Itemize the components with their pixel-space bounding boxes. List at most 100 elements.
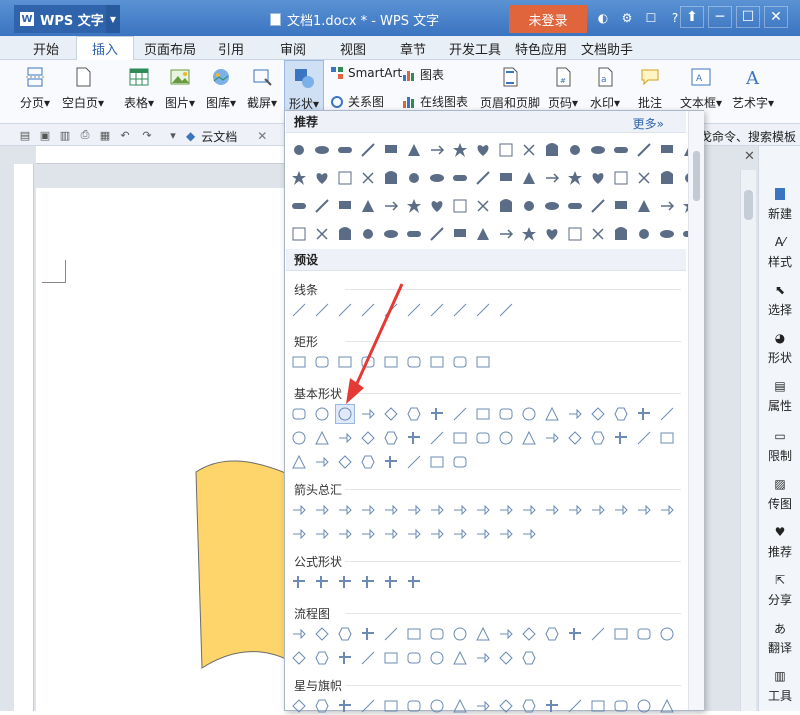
shape-option-icon[interactable] — [428, 225, 446, 243]
shape-option-icon[interactable] — [520, 697, 538, 715]
shape-option-icon[interactable] — [520, 169, 538, 187]
shape-option-icon[interactable] — [382, 197, 400, 215]
shape-option-icon[interactable] — [497, 429, 515, 447]
shape-option-icon[interactable] — [313, 501, 331, 519]
shape-option-icon[interactable] — [497, 501, 515, 519]
shape-option-icon[interactable] — [290, 197, 308, 215]
shape-option-icon[interactable] — [520, 649, 538, 667]
close-tab-icon[interactable]: ✕ — [257, 129, 267, 143]
print-icon[interactable]: ⎙ — [78, 128, 92, 142]
shape-option-icon[interactable] — [589, 625, 607, 643]
shape-option-icon[interactable] — [313, 301, 331, 319]
shape-option-icon[interactable] — [451, 225, 469, 243]
shape-option-icon[interactable] — [658, 405, 676, 423]
shape-option-icon[interactable] — [336, 525, 354, 543]
panel-select[interactable]: ⬉ 选择 — [759, 282, 800, 318]
shape-option-icon[interactable] — [336, 453, 354, 471]
shape-option-icon[interactable] — [451, 501, 469, 519]
shape-option-icon[interactable] — [520, 197, 538, 215]
shape-option-icon[interactable] — [589, 141, 607, 159]
login-button[interactable]: 未登录 — [509, 5, 587, 33]
shape-option-icon[interactable] — [313, 353, 331, 371]
shape-option-icon[interactable] — [336, 169, 354, 187]
shape-option-icon[interactable] — [612, 169, 630, 187]
shape-option-icon[interactable] — [405, 573, 423, 591]
shape-option-icon[interactable] — [543, 429, 561, 447]
shape-option-icon[interactable] — [474, 697, 492, 715]
shape-option-icon[interactable] — [290, 453, 308, 471]
shape-option-icon[interactable] — [520, 525, 538, 543]
shape-option-icon[interactable] — [612, 429, 630, 447]
shape-option-icon[interactable] — [474, 225, 492, 243]
tab-view[interactable]: 视图 — [330, 36, 376, 60]
shape-option-icon[interactable] — [428, 649, 446, 667]
menu-scroll-thumb[interactable] — [693, 151, 700, 201]
feedback-icon[interactable]: ☐ — [643, 10, 659, 26]
shape-option-icon[interactable] — [359, 573, 377, 591]
menu-scrollbar[interactable] — [688, 111, 704, 710]
shape-option-icon[interactable] — [635, 405, 653, 423]
tab-page-layout[interactable]: 页面布局 — [140, 36, 200, 60]
shape-option-icon[interactable] — [658, 429, 676, 447]
restore-icon[interactable]: ⬆ — [680, 6, 704, 28]
shape-option-icon[interactable] — [589, 197, 607, 215]
shape-option-icon[interactable] — [566, 197, 584, 215]
shape-option-icon[interactable] — [497, 141, 515, 159]
shape-option-icon[interactable] — [566, 501, 584, 519]
shape-option-icon[interactable] — [290, 225, 308, 243]
vertical-ruler[interactable] — [14, 164, 34, 711]
shape-option-icon[interactable] — [313, 697, 331, 715]
shape-option-icon[interactable] — [566, 225, 584, 243]
shape-option-icon[interactable] — [290, 525, 308, 543]
shape-option-icon[interactable] — [566, 697, 584, 715]
shape-option-icon[interactable] — [336, 573, 354, 591]
shape-option-icon[interactable] — [290, 501, 308, 519]
shape-option-icon[interactable] — [451, 429, 469, 447]
shape-option-icon[interactable] — [589, 501, 607, 519]
shape-option-icon[interactable] — [359, 501, 377, 519]
shape-option-icon[interactable] — [313, 429, 331, 447]
shape-option-icon[interactable] — [520, 429, 538, 447]
shape-option-icon[interactable] — [405, 429, 423, 447]
shape-option-icon[interactable] — [405, 525, 423, 543]
shape-option-icon[interactable] — [635, 225, 653, 243]
shape-option-icon[interactable] — [382, 525, 400, 543]
shape-option-icon[interactable] — [474, 501, 492, 519]
shape-option-icon[interactable] — [451, 353, 469, 371]
wordart-button[interactable]: A 艺术字▾ — [732, 60, 774, 111]
shape-option-icon[interactable] — [474, 525, 492, 543]
header-footer-button[interactable]: 页眉和页脚 — [480, 60, 540, 111]
export-pdf-icon[interactable]: ▥ — [58, 128, 72, 142]
shape-option-icon[interactable] — [474, 353, 492, 371]
shape-option-icon[interactable] — [336, 697, 354, 715]
shape-option-icon[interactable] — [336, 141, 354, 159]
shape-option-icon[interactable] — [290, 429, 308, 447]
shape-option-icon[interactable] — [405, 625, 423, 643]
chart-button[interactable]: 图表 — [402, 66, 444, 83]
shape-option-icon[interactable] — [382, 573, 400, 591]
shape-option-icon[interactable] — [428, 169, 446, 187]
panel-upload-image[interactable]: ▨ 传图 — [759, 476, 800, 512]
shape-option-icon[interactable] — [428, 301, 446, 319]
shape-option-icon[interactable] — [313, 453, 331, 471]
shape-option-icon[interactable] — [543, 501, 561, 519]
online-chart-button[interactable]: 在线图表 — [402, 93, 468, 110]
shape-option-icon[interactable] — [474, 169, 492, 187]
shape-option-icon[interactable] — [474, 141, 492, 159]
open-icon[interactable]: ▤ — [18, 128, 32, 142]
shape-option-icon[interactable] — [635, 429, 653, 447]
shape-option-icon[interactable] — [474, 405, 492, 423]
app-menu-button[interactable]: W WPS 文字 ▼ — [14, 5, 120, 33]
shape-option-icon[interactable] — [428, 353, 446, 371]
shape-option-icon[interactable] — [658, 225, 676, 243]
shape-option-icon[interactable] — [612, 197, 630, 215]
chevron-down-icon[interactable]: ▾ — [166, 128, 180, 142]
gallery-button[interactable]: 图库▾ — [206, 60, 236, 111]
shape-option-icon[interactable] — [589, 405, 607, 423]
shape-option-icon[interactable] — [566, 625, 584, 643]
tab-sections[interactable]: 章节 — [390, 36, 436, 60]
shape-option-icon[interactable] — [405, 697, 423, 715]
skin-icon[interactable]: ◐ — [595, 10, 611, 26]
minimize-icon[interactable]: ─ — [708, 6, 732, 28]
shape-option-icon[interactable] — [428, 453, 446, 471]
